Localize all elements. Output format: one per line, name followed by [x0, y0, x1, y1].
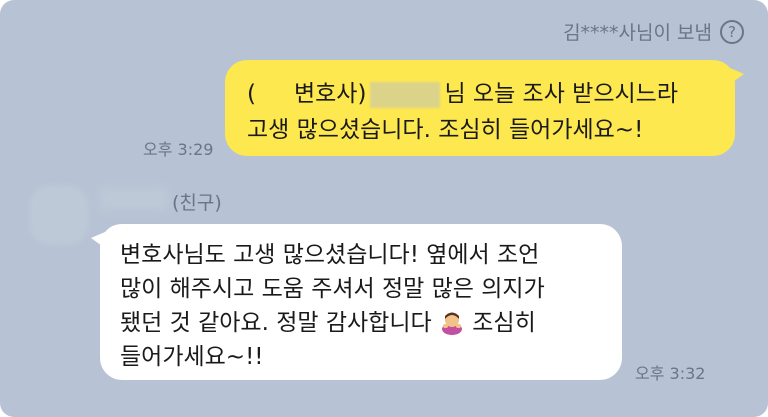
- incoming-line-4: 들어가세요~!!: [120, 344, 264, 370]
- incoming-line-3: 됐던 것 같아요. 정말 감사합니다 조심히: [120, 306, 602, 340]
- help-icon[interactable]: ?: [720, 19, 744, 44]
- outgoing-line-1: ( 변호사) 님 오늘 조사 받으시느라: [247, 76, 713, 112]
- sender-note-text: 김****사님이 보냄: [563, 22, 712, 44]
- redacted-name: [370, 81, 441, 108]
- chat-screen: 김****사님이 보냄 ? ( 변호사) 님 오늘 조사 받으시느라 고생 많으셨습…: [0, 0, 768, 417]
- incoming-line-3-before: 됐던 것 같아요. 정말 감사합니다: [120, 310, 432, 336]
- friend-label: (친구): [172, 192, 222, 214]
- avatar[interactable]: [30, 186, 88, 244]
- outgoing-line-1-mid: 변호사): [293, 81, 367, 107]
- incoming-timestamp: 오후 3:32: [635, 364, 706, 383]
- outgoing-message-bubble[interactable]: ( 변호사) 님 오늘 조사 받으시느라 고생 많으셨습니다. 조심히 들어가세요~…: [225, 60, 744, 156]
- bowing-person-icon: [441, 312, 462, 335]
- outgoing-timestamp: 오후 3:29: [143, 140, 214, 159]
- outgoing-line-2: 고생 많으셨습니다. 조심히 들어가세요~!: [247, 117, 644, 143]
- sender-note: 김****사님이 보냄 ?: [563, 18, 744, 45]
- incoming-line-2: 많이 해주시고 도움 주셔서 정말 많은 의지가: [120, 276, 545, 302]
- incoming-message-bubble[interactable]: 변호사님도 고생 많으셨습니다! 옆에서 조언 많이 해주시고 도움 주셔서 정…: [91, 224, 622, 380]
- redacted-friend-name: [100, 188, 168, 210]
- outgoing-line-1-suffix: 님 오늘 조사 받으시느라: [444, 81, 678, 107]
- incoming-line-3-after: 조심히: [472, 310, 536, 336]
- incoming-line-1: 변호사님도 고생 많으셨습니다! 옆에서 조언: [120, 242, 540, 268]
- outgoing-line-1-prefix: (: [247, 81, 256, 107]
